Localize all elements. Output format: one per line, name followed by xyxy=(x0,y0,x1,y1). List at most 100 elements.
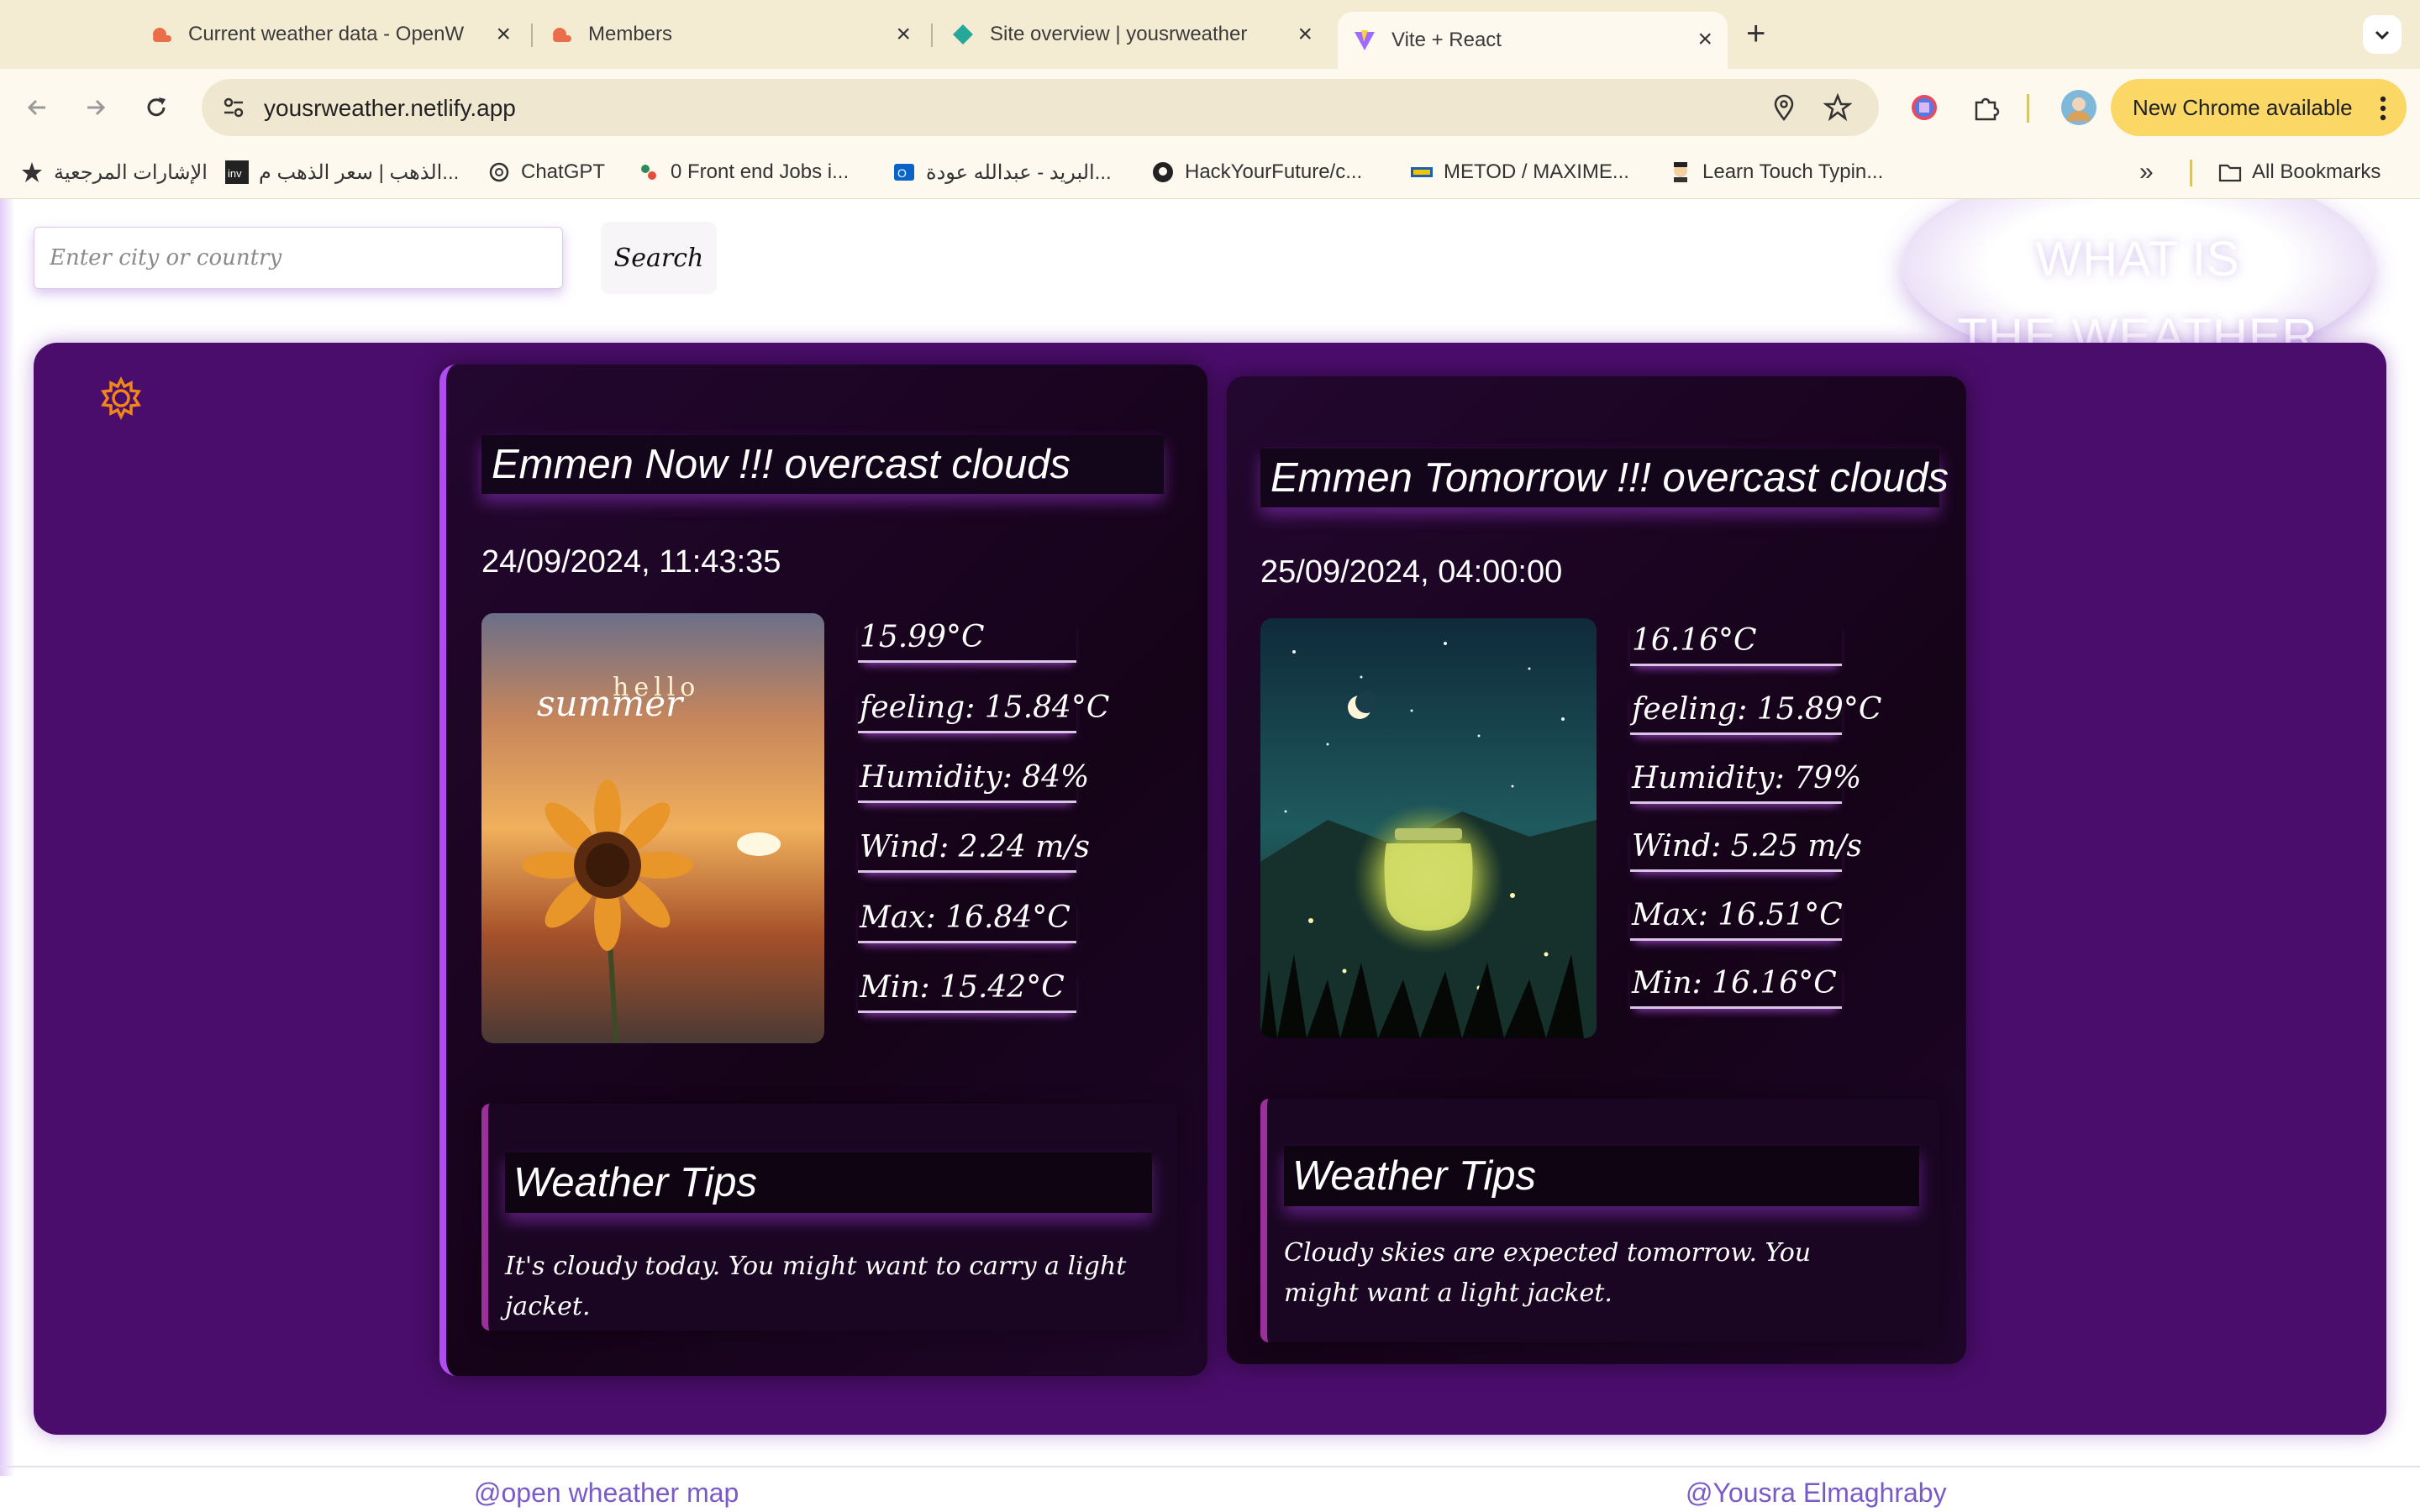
tab-vite-react[interactable]: Vite + React × xyxy=(1338,12,1728,69)
close-tab-icon[interactable]: × xyxy=(1297,22,1313,47)
svg-text:inv: inv xyxy=(228,167,242,180)
bookmark-item[interactable]: الإشارات المرجعية xyxy=(20,158,208,186)
bookmark-label: البريد - عبدالله عودة... xyxy=(926,160,1112,184)
today-tips-title: Weather Tips xyxy=(505,1152,1152,1213)
back-button[interactable] xyxy=(17,87,57,128)
openweathermap-link[interactable]: @open wheather map xyxy=(474,1478,739,1509)
tab-netlify[interactable]: Site overview | yousrweather × xyxy=(951,12,1313,57)
today-wind: Wind: 2.24 m/s xyxy=(858,825,1090,873)
outlook-icon: O xyxy=(894,164,914,181)
inv-icon: inv xyxy=(225,160,249,184)
author-link[interactable]: @Yousra Elmaghraby xyxy=(1686,1478,1947,1509)
reload-icon xyxy=(147,97,166,117)
page-footer: @open wheather map @Yousra Elmaghraby xyxy=(0,1466,2420,1512)
tomorrow-title: Emmen Tomorrow !!! overcast clouds xyxy=(1260,449,1949,507)
star-icon[interactable] xyxy=(1823,93,1852,122)
page-glow xyxy=(0,199,15,1476)
tab-members[interactable]: Members × xyxy=(550,12,911,57)
tomorrow-tips-box: Weather Tips Cloudy skies are expected t… xyxy=(1260,1099,1939,1342)
today-humidity: Humidity: 84% xyxy=(858,755,1089,803)
chevron-down-icon xyxy=(2375,30,2390,40)
header-badge-line1: WHAT IS xyxy=(2035,232,2240,286)
footer-divider xyxy=(0,1466,2420,1467)
bookmark-label: 0 Front end Jobs i... xyxy=(671,160,850,183)
tomorrow-feeling: feeling: 15.89°C xyxy=(1630,687,1881,735)
gear-icon[interactable] xyxy=(97,375,145,422)
netlify-favicon-icon xyxy=(953,24,973,45)
web-page: Search WHAT IS THE WEATHER Emmen Now !!!… xyxy=(0,199,2420,1512)
tomorrow-min: Min: 16.16°C xyxy=(1630,961,1842,1009)
image-caption-summer: summer xyxy=(537,683,685,724)
all-bookmarks-label: All Bookmarks xyxy=(2252,160,2381,183)
bookmark-item[interactable]: inv الذهب | سعر الذهب م... xyxy=(225,158,459,186)
close-tab-icon[interactable]: × xyxy=(1697,27,1712,52)
tab-title: Vite + React xyxy=(1392,29,1502,51)
extension-icon[interactable] xyxy=(1970,91,2003,124)
tomorrow-tips-text: Cloudy skies are expected tomorrow. You … xyxy=(1284,1238,1812,1308)
vite-favicon-icon xyxy=(1355,30,1375,50)
location-icon[interactable] xyxy=(1770,93,1798,122)
tab-title: Members xyxy=(588,23,673,45)
bookmark-item[interactable]: 0 Front end Jobs i... xyxy=(637,158,849,186)
github-icon xyxy=(1153,162,1173,182)
today-tips-box: Weather Tips It's cloudy today. You migh… xyxy=(481,1104,1177,1331)
tab-openweather[interactable]: Current weather data - OpenW × xyxy=(150,12,511,57)
bookmark-item[interactable]: HackYourFuture/c... xyxy=(1151,158,1362,186)
bookmark-item[interactable]: Learn Touch Typin... xyxy=(1669,158,1883,186)
site-info-icon xyxy=(224,97,244,118)
bookmark-label: HackYourFuture/c... xyxy=(1185,160,1363,183)
folder-icon xyxy=(2218,164,2242,182)
menu-dots-icon[interactable] xyxy=(2380,96,2386,121)
svg-text:O: O xyxy=(897,166,907,180)
url-text[interactable]: yousrweather.netlify.app xyxy=(264,95,516,122)
openweather-favicon-icon xyxy=(553,28,571,42)
tab-title: Site overview | yousrweather xyxy=(990,23,1248,45)
tab-search-button[interactable] xyxy=(2363,15,2402,54)
profile-avatar[interactable] xyxy=(2060,89,2097,126)
search-button[interactable]: Search xyxy=(601,222,717,294)
forward-button[interactable] xyxy=(76,87,116,128)
firefly-jar-image xyxy=(1260,618,1597,1038)
tab-title: Current weather data - OpenW xyxy=(188,23,465,45)
today-min: Min: 15.42°C xyxy=(858,965,1076,1013)
back-icon xyxy=(27,99,45,116)
new-chrome-label: New Chrome available xyxy=(2133,94,2353,120)
bookmark-label: الإشارات المرجعية xyxy=(54,160,208,184)
today-tips-text: It's cloudy today. You might want to car… xyxy=(505,1252,1127,1321)
ikea-icon xyxy=(1411,167,1433,177)
address-bar[interactable]: yousrweather.netlify.app xyxy=(202,79,1879,136)
chatgpt-icon xyxy=(489,162,509,182)
bookmark-label: ChatGPT xyxy=(521,160,606,183)
close-tab-icon[interactable]: × xyxy=(496,22,511,47)
tab-strip: Current weather data - OpenW × Members ×… xyxy=(0,0,2420,69)
tab-separator xyxy=(531,24,533,47)
bookmark-item[interactable]: O البريد - عبدالله عودة... xyxy=(892,158,1112,186)
forward-icon xyxy=(87,99,106,116)
today-datetime: 24/09/2024, 11:43:35 xyxy=(481,544,781,580)
search-input[interactable] xyxy=(34,227,563,289)
tomorrow-weather-card: Emmen Tomorrow !!! overcast clouds 25/09… xyxy=(1227,376,1966,1364)
typing-icon xyxy=(1674,162,1687,182)
reload-button[interactable] xyxy=(136,87,176,128)
all-bookmarks-button[interactable]: All Bookmarks xyxy=(2218,158,2381,186)
sunflower-image: hello summer xyxy=(481,613,824,1043)
tomorrow-datetime: 25/09/2024, 04:00:00 xyxy=(1260,554,1563,590)
close-tab-icon[interactable]: × xyxy=(896,22,911,47)
toolbar-divider xyxy=(2027,94,2029,123)
new-tab-button[interactable]: + xyxy=(1746,15,1765,53)
today-title: Emmen Now !!! overcast clouds xyxy=(481,435,1164,494)
bookmark-item[interactable]: METOD / MAXIME... xyxy=(1410,158,1629,186)
bookmarks-bar: الإشارات المرجعية inv الذهب | سعر الذهب … xyxy=(0,146,2420,199)
tomorrow-temperature: 16.16°C xyxy=(1630,618,1842,666)
more-bookmarks-button[interactable]: » xyxy=(2139,158,2154,186)
weather-panel: Emmen Now !!! overcast clouds 24/09/2024… xyxy=(34,343,2386,1435)
site-info-button[interactable] xyxy=(213,87,254,128)
bookmark-item[interactable]: ChatGPT xyxy=(487,158,605,186)
jobs-icon xyxy=(641,165,656,180)
tomorrow-humidity: Humidity: 79% xyxy=(1630,756,1861,804)
bookmark-label: الذهب | سعر الذهب م... xyxy=(259,160,460,184)
openweather-favicon-icon xyxy=(153,28,171,42)
new-chrome-button[interactable]: New Chrome available xyxy=(2111,79,2407,136)
color-extension-icon[interactable] xyxy=(1907,91,1941,124)
bookmarks-divider xyxy=(2190,160,2192,186)
